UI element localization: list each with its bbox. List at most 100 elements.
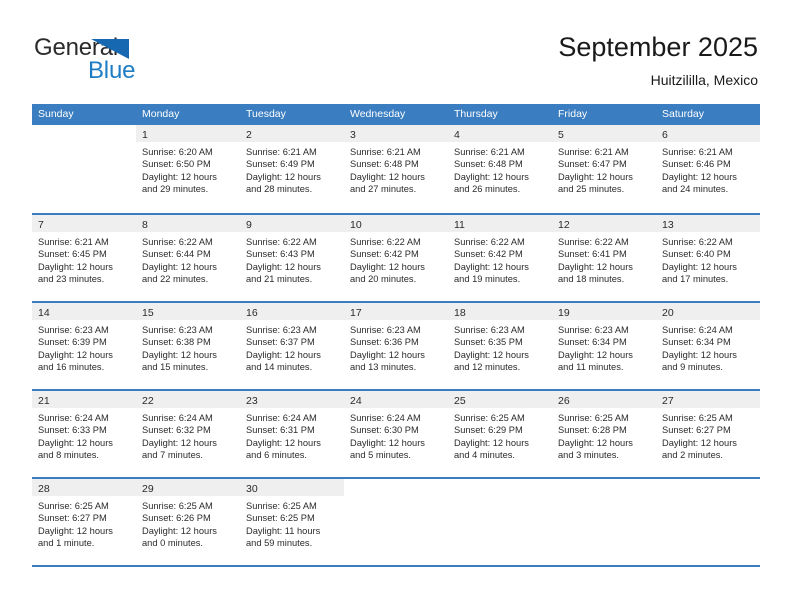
day-cell-30[interactable]: 30 Sunrise: 6:25 AM Sunset: 6:25 PM Dayligh…	[240, 479, 344, 565]
day-cell-12[interactable]: 12 Sunrise: 6:22 AM Sunset: 6:41 PM Dayligh…	[552, 215, 656, 301]
day-detail-body: Sunrise: 6:24 AM Sunset: 6:32 PM Daylight:…	[136, 408, 240, 461]
weekday-header-friday: Friday	[558, 108, 588, 120]
daylight-text-line2: and 8 minutes.	[38, 449, 99, 460]
weekday-header-saturday: Saturday	[662, 108, 705, 120]
day-cell-5[interactable]: 5 Sunrise: 6:21 AM Sunset: 6:47 PM Daylight…	[552, 125, 656, 213]
day-detail-body: Sunrise: 6:23 AM Sunset: 6:35 PM Daylight:…	[448, 320, 552, 373]
daylight-text-line1: Daylight: 11 hours	[246, 525, 321, 536]
daylight-text-line2: and 0 minutes.	[142, 537, 203, 548]
day-cell-29[interactable]: 29 Sunrise: 6:25 AM Sunset: 6:26 PM Dayligh…	[136, 479, 240, 565]
calendar-week-row: 1 Sunrise: 6:20 AM Sunset: 6:50 PM Daylight…	[32, 125, 760, 213]
day-cell-7[interactable]: 7 Sunrise: 6:21 AM Sunset: 6:45 PM Daylight…	[32, 215, 136, 301]
day-cell-22[interactable]: 22 Sunrise: 6:24 AM Sunset: 6:32 PM Dayligh…	[136, 391, 240, 477]
daylight-text-line1: Daylight: 12 hours	[246, 261, 321, 272]
day-cell-8[interactable]: 8 Sunrise: 6:22 AM Sunset: 6:44 PM Daylight…	[136, 215, 240, 301]
sunset-text: Sunset: 6:42 PM	[454, 249, 523, 260]
day-cell-1[interactable]: 1 Sunrise: 6:20 AM Sunset: 6:50 PM Daylight…	[136, 125, 240, 213]
sunrise-text: Sunrise: 6:24 AM	[246, 413, 317, 423]
day-cell-28[interactable]: 28 Sunrise: 6:25 AM Sunset: 6:27 PM Dayligh…	[32, 479, 136, 565]
day-cell-16[interactable]: 16 Sunrise: 6:23 AM Sunset: 6:37 PM Dayligh…	[240, 303, 344, 389]
day-cell-23[interactable]: 23 Sunrise: 6:24 AM Sunset: 6:31 PM Dayligh…	[240, 391, 344, 477]
day-cell-18[interactable]: 18 Sunrise: 6:23 AM Sunset: 6:35 PM Dayligh…	[448, 303, 552, 389]
sunrise-text: Sunrise: 6:25 AM	[246, 501, 317, 511]
sunrise-text: Sunrise: 6:21 AM	[246, 147, 317, 157]
day-number-band: 24	[344, 391, 448, 408]
day-cell-17[interactable]: 17 Sunrise: 6:23 AM Sunset: 6:36 PM Dayligh…	[344, 303, 448, 389]
day-number: 28	[38, 483, 50, 495]
sunset-text: Sunset: 6:34 PM	[558, 337, 627, 348]
day-detail-body: Sunrise: 6:24 AM Sunset: 6:33 PM Daylight:…	[32, 408, 136, 461]
day-number-band: 25	[448, 391, 552, 408]
day-detail-body: Sunrise: 6:25 AM Sunset: 6:25 PM Daylight:…	[240, 496, 344, 549]
day-detail-body: Sunrise: 6:24 AM Sunset: 6:31 PM Daylight:…	[240, 408, 344, 461]
day-number-band: 11	[448, 215, 552, 232]
day-cell-20[interactable]: 20 Sunrise: 6:24 AM Sunset: 6:34 PM Dayligh…	[656, 303, 760, 389]
day-detail-body: Sunrise: 6:25 AM Sunset: 6:29 PM Daylight:…	[448, 408, 552, 461]
day-cell-21[interactable]: 21 Sunrise: 6:24 AM Sunset: 6:33 PM Dayligh…	[32, 391, 136, 477]
page-header: General Blue September 2025 Huitzililla,…	[0, 0, 792, 104]
day-detail-body: Sunrise: 6:23 AM Sunset: 6:38 PM Daylight:…	[136, 320, 240, 373]
daylight-text-line2: and 9 minutes.	[662, 361, 723, 372]
sunset-text: Sunset: 6:28 PM	[558, 425, 627, 436]
brand-logo[interactable]: General Blue	[34, 34, 214, 84]
day-cell-19[interactable]: 19 Sunrise: 6:23 AM Sunset: 6:34 PM Dayligh…	[552, 303, 656, 389]
sunrise-text: Sunrise: 6:21 AM	[558, 147, 629, 157]
day-number-band: 27	[656, 391, 760, 408]
day-cell-3[interactable]: 3 Sunrise: 6:21 AM Sunset: 6:48 PM Daylight…	[344, 125, 448, 213]
day-detail-body: Sunrise: 6:20 AM Sunset: 6:50 PM Daylight:…	[136, 142, 240, 195]
daylight-text-line1: Daylight: 12 hours	[350, 171, 425, 182]
day-cell-27[interactable]: 27 Sunrise: 6:25 AM Sunset: 6:27 PM Dayligh…	[656, 391, 760, 477]
day-number-band: 5	[552, 125, 656, 142]
daylight-text-line2: and 29 minutes.	[142, 183, 209, 194]
sunrise-text: Sunrise: 6:22 AM	[454, 237, 525, 247]
day-number-band: 1	[136, 125, 240, 142]
sunset-text: Sunset: 6:38 PM	[142, 337, 211, 348]
page-title: September 2025	[558, 32, 758, 62]
day-cell-13[interactable]: 13 Sunrise: 6:22 AM Sunset: 6:40 PM Dayligh…	[656, 215, 760, 301]
daylight-text-line1: Daylight: 12 hours	[142, 261, 217, 272]
day-number: 14	[38, 307, 50, 319]
daylight-text-line2: and 59 minutes.	[246, 537, 313, 548]
day-detail-body: Sunrise: 6:22 AM Sunset: 6:44 PM Daylight:…	[136, 232, 240, 285]
daylight-text-line1: Daylight: 12 hours	[662, 261, 737, 272]
daylight-text-line1: Daylight: 12 hours	[454, 171, 529, 182]
daylight-text-line2: and 26 minutes.	[454, 183, 521, 194]
daylight-text-line1: Daylight: 12 hours	[662, 437, 737, 448]
day-cell-2[interactable]: 2 Sunrise: 6:21 AM Sunset: 6:49 PM Daylight…	[240, 125, 344, 213]
day-cell-empty	[552, 479, 656, 565]
day-cell-24[interactable]: 24 Sunrise: 6:24 AM Sunset: 6:30 PM Dayligh…	[344, 391, 448, 477]
calendar-week-row: 21 Sunrise: 6:24 AM Sunset: 6:33 PM Dayligh…	[32, 389, 760, 477]
day-cell-10[interactable]: 10 Sunrise: 6:22 AM Sunset: 6:42 PM Dayligh…	[344, 215, 448, 301]
day-number: 19	[558, 307, 570, 319]
daylight-text-line1: Daylight: 12 hours	[142, 437, 217, 448]
daylight-text-line1: Daylight: 12 hours	[350, 437, 425, 448]
day-cell-25[interactable]: 25 Sunrise: 6:25 AM Sunset: 6:29 PM Dayligh…	[448, 391, 552, 477]
day-cell-6[interactable]: 6 Sunrise: 6:21 AM Sunset: 6:46 PM Daylight…	[656, 125, 760, 213]
day-cell-26[interactable]: 26 Sunrise: 6:25 AM Sunset: 6:28 PM Dayligh…	[552, 391, 656, 477]
day-number: 24	[350, 395, 362, 407]
day-cell-4[interactable]: 4 Sunrise: 6:21 AM Sunset: 6:48 PM Daylight…	[448, 125, 552, 213]
daylight-text-line1: Daylight: 12 hours	[38, 349, 113, 360]
sunset-text: Sunset: 6:47 PM	[558, 159, 627, 170]
day-cell-14[interactable]: 14 Sunrise: 6:23 AM Sunset: 6:39 PM Dayligh…	[32, 303, 136, 389]
day-number: 26	[558, 395, 570, 407]
day-detail-body: Sunrise: 6:21 AM Sunset: 6:49 PM Daylight:…	[240, 142, 344, 195]
sunrise-text: Sunrise: 6:23 AM	[454, 325, 525, 335]
day-number: 21	[38, 395, 50, 407]
day-number: 6	[662, 129, 668, 141]
day-number-band: 18	[448, 303, 552, 320]
daylight-text-line2: and 21 minutes.	[246, 273, 313, 284]
sunrise-text: Sunrise: 6:23 AM	[558, 325, 629, 335]
daylight-text-line1: Daylight: 12 hours	[246, 171, 321, 182]
day-number-band: 7	[32, 215, 136, 232]
sunrise-text: Sunrise: 6:21 AM	[38, 237, 109, 247]
day-detail-body: Sunrise: 6:21 AM Sunset: 6:45 PM Daylight:…	[32, 232, 136, 285]
day-number-band: 6	[656, 125, 760, 142]
day-detail-body: Sunrise: 6:22 AM Sunset: 6:42 PM Daylight:…	[448, 232, 552, 285]
day-cell-9[interactable]: 9 Sunrise: 6:22 AM Sunset: 6:43 PM Daylight…	[240, 215, 344, 301]
day-number-band	[552, 479, 656, 496]
day-number-band: 21	[32, 391, 136, 408]
day-cell-11[interactable]: 11 Sunrise: 6:22 AM Sunset: 6:42 PM Dayligh…	[448, 215, 552, 301]
day-cell-15[interactable]: 15 Sunrise: 6:23 AM Sunset: 6:38 PM Dayligh…	[136, 303, 240, 389]
sunrise-text: Sunrise: 6:24 AM	[38, 413, 109, 423]
